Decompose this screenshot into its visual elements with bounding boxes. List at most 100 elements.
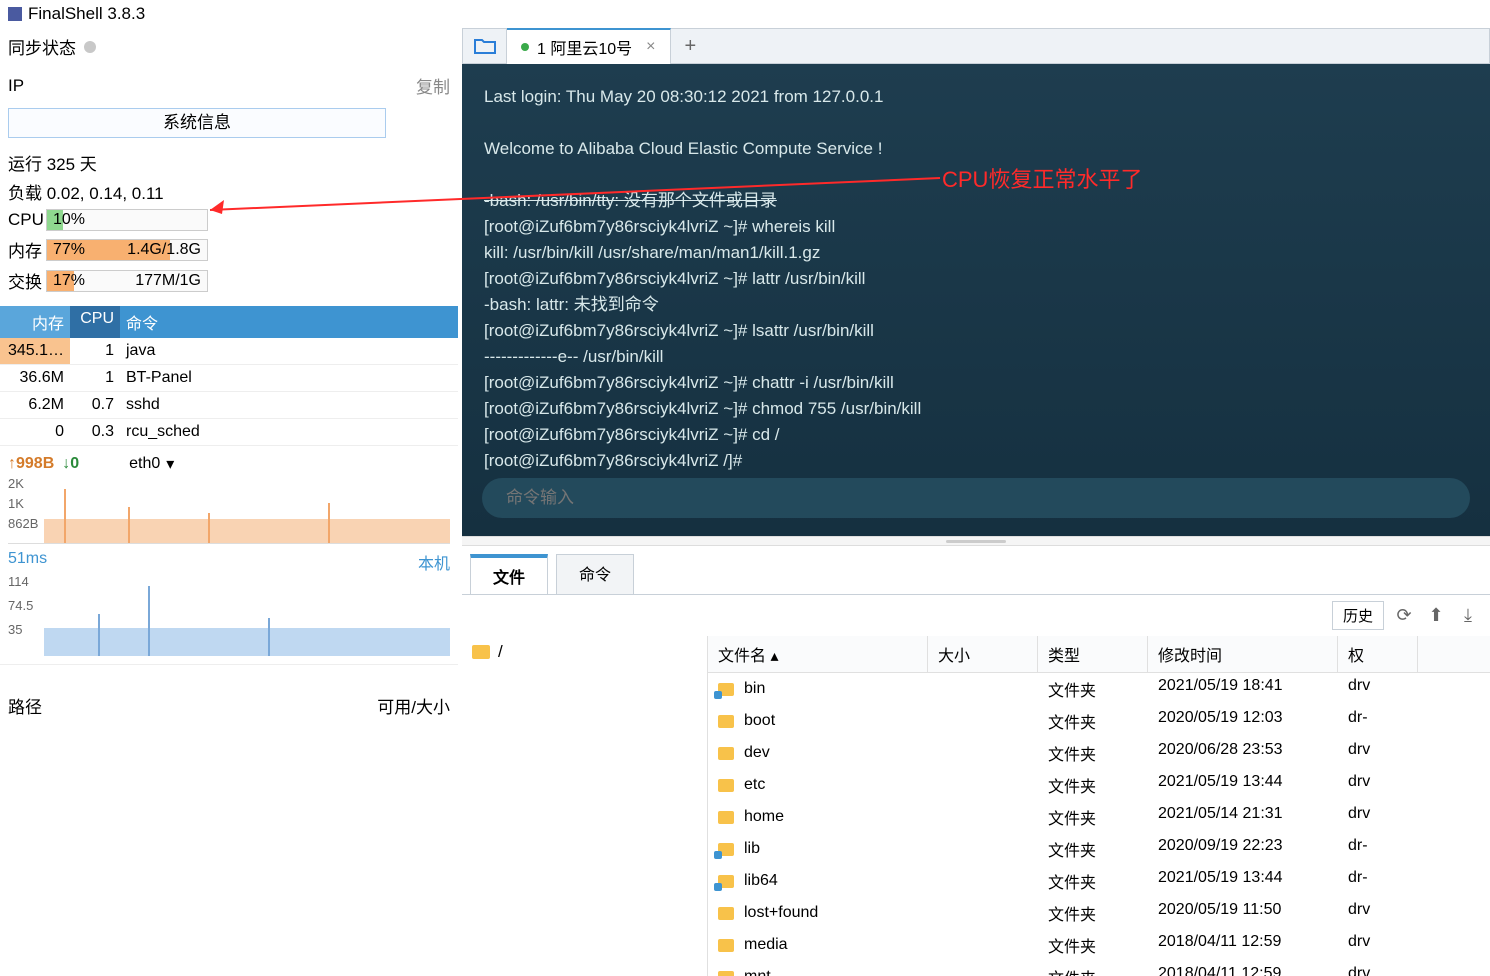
file-type: 文件夹	[1038, 707, 1148, 735]
folder-icon	[718, 843, 734, 856]
file-name: lib64	[744, 872, 778, 890]
command-input[interactable]	[482, 478, 1470, 518]
col-date[interactable]: 修改时间	[1148, 636, 1338, 672]
terminal-line: kill: /usr/bin/kill /usr/share/man/man1/…	[484, 240, 1468, 266]
file-name: boot	[744, 712, 775, 730]
file-type: 文件夹	[1038, 931, 1148, 959]
net-interface-select[interactable]: eth0 ▾	[129, 454, 174, 474]
file-type: 文件夹	[1038, 739, 1148, 767]
swap-label: 交换	[8, 268, 44, 293]
file-name: etc	[744, 776, 765, 794]
history-button[interactable]: 历史	[1332, 601, 1384, 630]
file-row[interactable]: boot文件夹2020/05/19 12:03dr-	[708, 705, 1490, 737]
file-name: home	[744, 808, 784, 826]
col-filename[interactable]: 文件名 ▴	[708, 636, 928, 672]
tree-root[interactable]: /	[472, 642, 697, 662]
process-row[interactable]: 00.3rcu_sched	[0, 419, 458, 446]
file-type: 文件夹	[1038, 675, 1148, 703]
col-perm[interactable]: 权	[1338, 636, 1418, 672]
tab-files[interactable]: 文件	[470, 554, 548, 594]
download-icon[interactable]: ⤓	[1456, 604, 1480, 628]
file-size	[928, 931, 1038, 959]
sync-label: 同步状态	[8, 34, 76, 59]
file-perm: drv	[1338, 803, 1418, 831]
file-name: lib	[744, 840, 760, 858]
file-perm: drv	[1338, 963, 1418, 976]
proc-cmd: rcu_sched	[120, 419, 458, 445]
file-perm: dr-	[1338, 835, 1418, 863]
file-size	[928, 899, 1038, 927]
process-row[interactable]: 345.1…1java	[0, 338, 458, 365]
col-size[interactable]: 大小	[928, 636, 1038, 672]
col-cmd[interactable]: 命令	[120, 306, 458, 338]
file-name: media	[744, 936, 788, 954]
terminal[interactable]: Last login: Thu May 20 08:30:12 2021 fro…	[462, 64, 1490, 536]
copy-button[interactable]: 复制	[416, 73, 450, 98]
file-row[interactable]: lib64文件夹2021/05/19 13:44dr-	[708, 865, 1490, 897]
file-row[interactable]: home文件夹2021/05/14 21:31drv	[708, 801, 1490, 833]
col-mem[interactable]: 内存	[0, 306, 70, 338]
sync-dot-icon	[84, 41, 96, 53]
col-type[interactable]: 类型	[1038, 636, 1148, 672]
terminal-line: Welcome to Alibaba Cloud Elastic Compute…	[484, 136, 1468, 162]
terminal-line: [root@iZuf6bm7y86rsciyk4lvriZ ~]# lsattr…	[484, 318, 1468, 344]
file-perm: drv	[1338, 771, 1418, 799]
terminal-line: Last login: Thu May 20 08:30:12 2021 fro…	[484, 84, 1468, 110]
terminal-line	[484, 110, 1468, 136]
new-tab-button[interactable]: +	[671, 35, 711, 58]
swap-bar: 17% 177M/1G	[46, 270, 208, 292]
terminal-line: -bash: lattr: 未找到命令	[484, 292, 1468, 318]
latency-row: 51ms 本机	[0, 544, 458, 574]
proc-cpu: 1	[70, 338, 120, 364]
file-type: 文件夹	[1038, 867, 1148, 895]
split-drag-handle[interactable]	[462, 536, 1490, 546]
file-list-header[interactable]: 文件名 ▴ 大小 类型 修改时间 权	[708, 636, 1490, 673]
file-type: 文件夹	[1038, 963, 1148, 976]
process-header[interactable]: 内存 CPU 命令	[0, 306, 458, 338]
file-row[interactable]: lib文件夹2020/09/19 22:23dr-	[708, 833, 1490, 865]
proc-cpu: 0.7	[70, 392, 120, 418]
file-type: 文件夹	[1038, 803, 1148, 831]
process-row[interactable]: 36.6M1BT-Panel	[0, 365, 458, 392]
cpu-pct: 10%	[53, 211, 85, 229]
file-row[interactable]: dev文件夹2020/06/28 23:53drv	[708, 737, 1490, 769]
file-row[interactable]: lost+found文件夹2020/05/19 11:50drv	[708, 897, 1490, 929]
proc-cmd: BT-Panel	[120, 365, 458, 391]
avail-label: 可用/大小	[377, 693, 450, 718]
mem-row: 内存 77% 1.4G/1.8G	[0, 234, 458, 265]
file-row[interactable]: media文件夹2018/04/11 12:59drv	[708, 929, 1490, 961]
terminal-line: -------------e-- /usr/bin/kill	[484, 344, 1468, 370]
tab-commands[interactable]: 命令	[556, 554, 634, 594]
file-perm: dr-	[1338, 867, 1418, 895]
session-tab[interactable]: 1 阿里云10号 ×	[507, 28, 671, 64]
file-row[interactable]: etc文件夹2021/05/19 13:44drv	[708, 769, 1490, 801]
proc-cmd: java	[120, 338, 458, 364]
folder-tree[interactable]: /	[462, 636, 708, 976]
terminal-line: [root@iZuf6bm7y86rsciyk4lvriZ ~]# cd /	[484, 422, 1468, 448]
proc-cmd: sshd	[120, 392, 458, 418]
file-date: 2021/05/19 13:44	[1148, 771, 1338, 799]
open-folder-icon[interactable]	[463, 28, 507, 64]
file-date: 2021/05/19 18:41	[1148, 675, 1338, 703]
refresh-icon[interactable]: ⟳	[1392, 604, 1416, 628]
file-size	[928, 803, 1038, 831]
folder-icon	[472, 645, 490, 659]
file-date: 2018/04/11 12:59	[1148, 931, 1338, 959]
file-size	[928, 707, 1038, 735]
upload-icon[interactable]: ⬆	[1424, 604, 1448, 628]
latency-host[interactable]: 本机	[418, 550, 450, 574]
terminal-line: [root@iZuf6bm7y86rsciyk4lvriZ ~]# chattr…	[484, 370, 1468, 396]
cpu-bar: 10%	[46, 209, 208, 231]
col-cpu[interactable]: CPU	[70, 306, 120, 338]
file-row[interactable]: bin文件夹2021/05/19 18:41drv	[708, 673, 1490, 705]
folder-icon	[718, 715, 734, 728]
close-tab-icon[interactable]: ×	[646, 38, 655, 56]
tree-root-label: /	[498, 642, 503, 662]
process-row[interactable]: 6.2M0.7sshd	[0, 392, 458, 419]
path-section: 路径 可用/大小	[0, 664, 458, 722]
file-size	[928, 963, 1038, 976]
proc-mem: 345.1…	[0, 338, 70, 364]
terminal-line: [root@iZuf6bm7y86rsciyk4lvriZ ~]# wherei…	[484, 214, 1468, 240]
system-info-button[interactable]: 系统信息	[8, 108, 386, 138]
file-date: 2020/09/19 22:23	[1148, 835, 1338, 863]
